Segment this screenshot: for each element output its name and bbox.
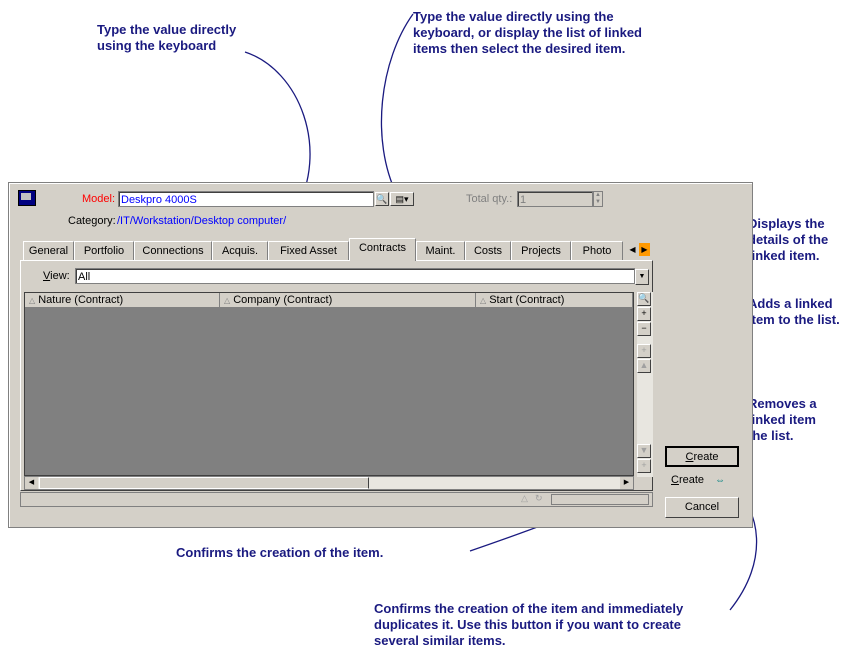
view-select[interactable]: All	[75, 268, 635, 284]
column-header-start[interactable]: △ Start (Contract)	[476, 293, 633, 308]
remove-linked-minus-icon[interactable]: −	[637, 322, 651, 336]
tab-fixed-asset[interactable]: Fixed Asset	[268, 241, 349, 260]
scroll-up-icon[interactable]: ▲	[637, 359, 651, 373]
list-dropdown-button[interactable]: ▤▾	[390, 192, 414, 206]
details-magnifier-icon[interactable]: 🔍	[637, 292, 651, 306]
cancel-button[interactable]: Cancel	[665, 497, 739, 518]
total-qty-field[interactable]: 1	[517, 191, 593, 207]
scroll-thumb[interactable]	[39, 477, 369, 489]
asset-detail-window: Model: Deskpro 4000S 🔍 ▤▾ Total qty.: 1 …	[8, 182, 753, 528]
tab-costs[interactable]: Costs	[465, 241, 511, 260]
column-header-nature[interactable]: △ Nature (Contract)	[25, 293, 220, 308]
model-field[interactable]: Deskpro 4000S	[118, 191, 374, 207]
total-qty-label: Total qty.:	[466, 193, 513, 205]
tab-projects[interactable]: Projects	[511, 241, 571, 260]
tab-scroll-left-icon[interactable]: ◀	[627, 243, 638, 256]
arrow-type-or-list	[380, 13, 414, 198]
category-label: Category:	[68, 215, 116, 227]
horizontal-scrollbar[interactable]: ◀ ▶	[24, 476, 634, 490]
contracts-grid[interactable]: △ Nature (Contract) △ Company (Contract)…	[24, 292, 634, 476]
list-side-toolbar: 🔍 + − + ▲ ▼ +	[637, 292, 653, 477]
view-dropdown-chevron-down-icon[interactable]: ▼	[635, 269, 649, 285]
category-link[interactable]: /IT/Workstation/Desktop computer/	[117, 215, 286, 227]
tab-maint[interactable]: Maint.	[416, 241, 465, 260]
tab-photo[interactable]: Photo	[571, 241, 623, 260]
plus-icon-disabled: +	[637, 459, 651, 473]
refresh-icon[interactable]: ↻	[535, 493, 543, 504]
sort-triangle-icon: △	[521, 493, 528, 503]
computer-icon	[18, 190, 36, 206]
progress-area	[551, 494, 649, 505]
duplicate-icon: ⇔	[715, 475, 726, 486]
view-label: View:	[43, 270, 70, 282]
tab-scroll-right-icon[interactable]: ▶	[639, 243, 650, 256]
scroll-left-icon[interactable]: ◀	[25, 477, 38, 489]
tab-portfolio[interactable]: Portfolio	[74, 241, 134, 260]
add-icon-disabled: +	[637, 344, 651, 358]
qty-spinner[interactable]: ▲ ▼	[593, 191, 603, 207]
scroll-down-icon[interactable]: ▼	[637, 444, 651, 458]
model-label: Model:	[82, 193, 116, 205]
tab-general[interactable]: General	[23, 241, 74, 260]
status-strip: △ ↻	[20, 492, 653, 507]
magnifier-icon[interactable]: 🔍	[375, 192, 389, 206]
create-button[interactable]: Create	[665, 446, 739, 467]
tab-contracts[interactable]: Contracts	[349, 238, 416, 261]
create-duplicate-button[interactable]: Create ⇔	[671, 474, 725, 486]
add-linked-plus-icon[interactable]: +	[637, 307, 651, 321]
create-dup-label: Create	[671, 474, 705, 486]
tab-connections[interactable]: Connections	[134, 241, 212, 260]
scroll-right-icon[interactable]: ▶	[620, 477, 633, 489]
create-label: Create	[685, 451, 719, 463]
tab-acquis[interactable]: Acquis.	[212, 241, 268, 260]
column-header-company[interactable]: △ Company (Contract)	[220, 293, 476, 308]
